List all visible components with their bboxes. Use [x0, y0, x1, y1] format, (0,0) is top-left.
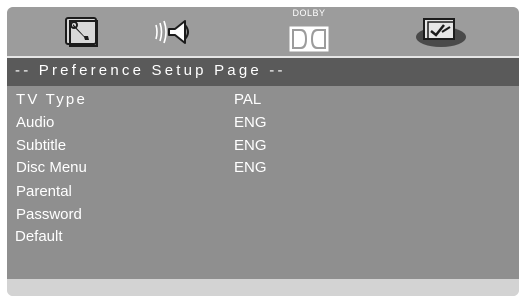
- setting-row-subtitle[interactable]: Subtitle ENG: [7, 137, 519, 159]
- tab-audio-setup[interactable]: [150, 12, 200, 52]
- setting-value: PAL: [234, 91, 262, 108]
- tab-general-setup[interactable]: [58, 12, 106, 52]
- setup-tab-bar: DOLBY: [7, 7, 519, 56]
- settings-list: TV Type PAL Audio ENG Subtitle ENG Disc …: [7, 86, 519, 279]
- setting-row-parental[interactable]: Parental: [7, 183, 519, 205]
- setting-value: ENG: [234, 137, 267, 154]
- page-title: -- Preference Setup Page --: [15, 62, 286, 79]
- dolby-logo-icon: [289, 26, 329, 52]
- setting-label: Disc Menu: [16, 159, 87, 176]
- setting-row-password[interactable]: Password: [7, 206, 519, 228]
- speaker-audio-icon: [153, 17, 197, 47]
- tab-preference-setup[interactable]: [413, 12, 469, 52]
- setting-label: TV Type: [16, 91, 87, 108]
- tab-dolby-setup[interactable]: DOLBY: [287, 7, 331, 56]
- setting-row-disc-menu[interactable]: Disc Menu ENG: [7, 159, 519, 181]
- setting-value: ENG: [234, 159, 267, 176]
- preference-check-icon: [414, 15, 468, 49]
- setting-row-audio[interactable]: Audio ENG: [7, 114, 519, 136]
- setting-row-default[interactable]: Default: [7, 228, 519, 250]
- wrench-settings-icon: [62, 15, 102, 49]
- setting-label: Password: [16, 206, 82, 223]
- page-title-bar: -- Preference Setup Page --: [7, 56, 519, 86]
- setting-label: Subtitle: [16, 137, 67, 154]
- setting-label: Parental: [16, 183, 72, 200]
- dolby-label: DOLBY: [292, 8, 326, 18]
- setting-label: Audio: [16, 114, 55, 131]
- setting-row-tv-type[interactable]: TV Type PAL: [7, 91, 519, 113]
- help-bar: [7, 279, 519, 296]
- setting-label: Default: [15, 228, 63, 245]
- setup-menu-panel: DOLBY -- Preference Setup Page -- TV Typ…: [7, 7, 519, 296]
- setting-value: ENG: [234, 114, 267, 131]
